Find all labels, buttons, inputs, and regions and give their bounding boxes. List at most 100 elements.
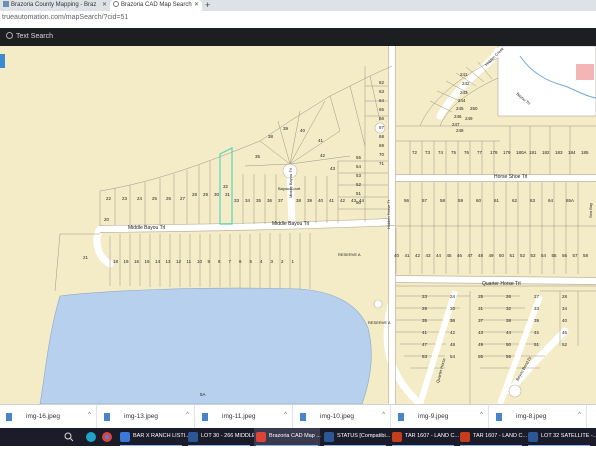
lot-number[interactable]: 22 bbox=[106, 196, 111, 201]
lot-number[interactable]: 58 bbox=[440, 198, 445, 203]
lot-number[interactable]: 68 bbox=[379, 134, 384, 139]
lot-number[interactable]: 21 bbox=[83, 255, 88, 260]
lot-number[interactable]: 242 bbox=[462, 81, 470, 86]
lot-number[interactable]: 56 bbox=[506, 354, 511, 359]
lot-number[interactable]: 36 bbox=[267, 198, 272, 203]
lot-number[interactable]: 33 bbox=[534, 306, 539, 311]
lot-number[interactable]: 250 bbox=[470, 106, 478, 111]
lot-number[interactable]: 53 bbox=[422, 354, 427, 359]
chrome-icon[interactable] bbox=[100, 428, 114, 446]
lot-number[interactable]: 178 bbox=[490, 150, 498, 155]
lot-number[interactable]: 42 bbox=[320, 153, 325, 158]
lot-number[interactable]: 42 bbox=[450, 330, 455, 335]
lot-number[interactable]: 182 bbox=[542, 150, 550, 155]
download-item[interactable]: img-9.jpeg ^ bbox=[392, 405, 489, 429]
parcel-map[interactable]: Middle Bayou Trl Middle Bayou Trl Horse … bbox=[0, 46, 596, 404]
lot-number[interactable]: 5A bbox=[200, 392, 206, 397]
lot-number[interactable]: 38 bbox=[506, 318, 511, 323]
download-item[interactable]: img-13.jpeg ^ bbox=[98, 405, 195, 429]
lot-number[interactable]: 19 bbox=[124, 259, 129, 264]
download-item[interactable]: img-8.jpeg ^ bbox=[490, 405, 587, 429]
lot-number[interactable]: 44 bbox=[506, 330, 511, 335]
lot-number[interactable]: 18 bbox=[113, 259, 118, 264]
lot-number[interactable]: 10 bbox=[197, 259, 202, 264]
lot-number[interactable]: 29 bbox=[203, 192, 208, 197]
lot-number[interactable]: 51 bbox=[534, 342, 539, 347]
lot-number[interactable]: 1 bbox=[292, 259, 295, 264]
lot-number[interactable]: 41 bbox=[318, 138, 323, 143]
lot-number[interactable]: 72 bbox=[412, 150, 417, 155]
lot-number[interactable]: 63 bbox=[379, 89, 384, 94]
tab-cad-map-search[interactable]: Brazoria CAD Map Search ✕ bbox=[110, 0, 202, 11]
lot-number[interactable]: 76 bbox=[464, 150, 469, 155]
lot-number[interactable]: 23 bbox=[122, 196, 127, 201]
lot-number[interactable]: 52 bbox=[356, 182, 361, 187]
lot-number[interactable]: 26 bbox=[166, 196, 171, 201]
lot-number[interactable]: 50 bbox=[499, 253, 504, 258]
lot-number[interactable]: 64 bbox=[548, 198, 553, 203]
chevron-up-icon[interactable]: ^ bbox=[186, 412, 189, 418]
lot-number[interactable]: 30 bbox=[214, 192, 219, 197]
lot-number[interactable]: 47 bbox=[468, 253, 473, 258]
lot-number[interactable]: 50 bbox=[506, 342, 511, 347]
lot-number[interactable]: 185 bbox=[581, 150, 589, 155]
lot-number[interactable]: 35 bbox=[422, 318, 427, 323]
lot-number[interactable]: 67 bbox=[379, 125, 384, 130]
lot-number[interactable]: 6 bbox=[239, 259, 242, 264]
lot-number[interactable]: 40 bbox=[394, 253, 399, 258]
lot-number[interactable]: 179 bbox=[503, 150, 511, 155]
lot-number[interactable]: 61 bbox=[494, 198, 499, 203]
chevron-up-icon[interactable]: ^ bbox=[382, 412, 385, 418]
lot-number[interactable]: 13 bbox=[166, 259, 171, 264]
lot-number[interactable]: 54 bbox=[541, 253, 546, 258]
lot-number[interactable]: 69 bbox=[379, 143, 384, 148]
lot-number[interactable]: 59 bbox=[458, 198, 463, 203]
lot-number[interactable]: 39 bbox=[283, 126, 288, 131]
lot-number[interactable]: 77 bbox=[477, 150, 482, 155]
lot-number[interactable]: 248 bbox=[456, 128, 464, 133]
lot-number[interactable]: 30 bbox=[450, 306, 455, 311]
lot-number[interactable]: 46 bbox=[562, 330, 567, 335]
lot-number[interactable]: 71 bbox=[379, 161, 384, 166]
lot-number[interactable]: 60 bbox=[476, 198, 481, 203]
lot-number[interactable]: 28 bbox=[562, 294, 567, 299]
download-item[interactable]: img-16.jpeg ^ bbox=[0, 405, 97, 429]
lot-number[interactable]: 38 bbox=[268, 134, 273, 139]
lot-number[interactable]: 249 bbox=[465, 116, 473, 121]
lot-number[interactable]: 183 bbox=[555, 150, 563, 155]
lot-number[interactable]: 44 bbox=[436, 253, 441, 258]
lot-number[interactable]: 247 bbox=[452, 122, 460, 127]
lot-number[interactable]: 32 bbox=[506, 306, 511, 311]
lot-number[interactable]: 45 bbox=[447, 253, 452, 258]
lot-number[interactable]: 180A bbox=[516, 150, 527, 155]
lot-number[interactable]: 25 bbox=[152, 196, 157, 201]
lot-number[interactable]: 43 bbox=[330, 166, 335, 171]
lot-number[interactable]: 245 bbox=[456, 106, 464, 111]
lot-number[interactable]: 15 bbox=[145, 259, 150, 264]
new-tab-button[interactable]: + bbox=[205, 0, 210, 10]
lot-number[interactable]: 20 bbox=[104, 217, 109, 222]
lot-number[interactable]: 3 bbox=[271, 259, 274, 264]
lot-number[interactable]: 27 bbox=[180, 196, 185, 201]
lot-number[interactable]: 66 bbox=[379, 116, 384, 121]
lot-number[interactable]: 5 bbox=[250, 259, 253, 264]
lot-number[interactable]: 49 bbox=[478, 342, 483, 347]
lot-number[interactable]: 54 bbox=[450, 354, 455, 359]
taskbar-window-button[interactable]: LOT 32 SATELLITE -... bbox=[526, 428, 596, 446]
download-item[interactable]: img-11.jpeg ^ bbox=[196, 405, 293, 429]
lot-number[interactable]: 40 bbox=[562, 318, 567, 323]
taskbar-window-button[interactable]: TAR 1607 - LAND C... bbox=[390, 428, 459, 446]
lot-number[interactable]: 40 bbox=[300, 128, 305, 133]
lot-number[interactable]: 45 bbox=[534, 330, 539, 335]
lot-number[interactable]: 51 bbox=[510, 253, 515, 258]
lot-number[interactable]: 41 bbox=[405, 253, 410, 258]
lot-number[interactable]: 75 bbox=[451, 150, 456, 155]
tab-brazoria-mapping[interactable]: Brazoria County Mapping - Braz ✕ bbox=[0, 0, 110, 11]
lot-number[interactable]: 41 bbox=[329, 198, 334, 203]
lot-number[interactable]: 53 bbox=[531, 253, 536, 258]
lot-number[interactable]: 52 bbox=[520, 253, 525, 258]
taskbar-window-button[interactable]: STATUS [Compatibi... bbox=[322, 428, 390, 446]
lot-number[interactable]: 28 bbox=[192, 192, 197, 197]
lot-number[interactable]: 64 bbox=[379, 98, 384, 103]
lot-number[interactable]: 241 bbox=[460, 72, 468, 77]
